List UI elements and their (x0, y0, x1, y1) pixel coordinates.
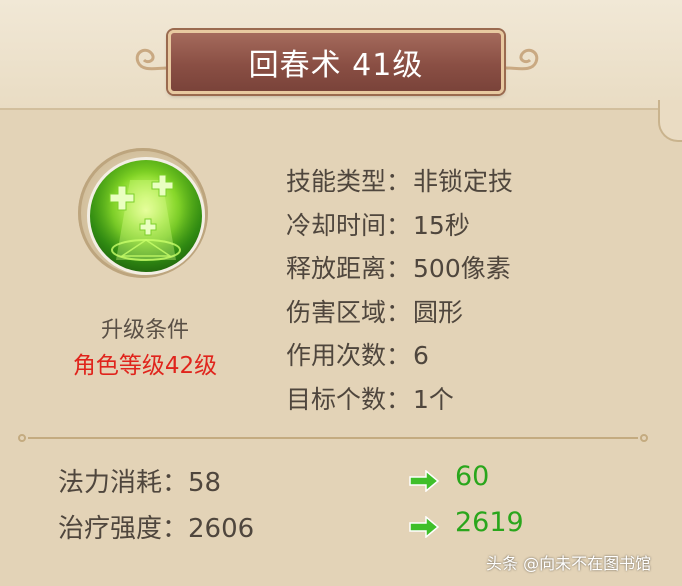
mana-cost-next: 60 (455, 461, 490, 492)
upgrade-condition-label: 升级条件 (100, 318, 189, 343)
stat-value: 非锁定技 (413, 167, 514, 196)
stat-row-area: 伤害区域：圆形 (286, 291, 626, 335)
stat-row-range: 释放距离：500像素 (286, 247, 626, 291)
upgrade-arrow-icon (409, 516, 440, 538)
mana-cost-current: 58 (188, 468, 222, 498)
upgrade-arrow-icon (409, 470, 440, 492)
mana-cost-row: 法力消耗：58 (58, 462, 221, 499)
stat-row-cooldown: 冷却时间：15秒 (286, 204, 626, 248)
stat-value: 15秒 (413, 210, 470, 240)
skill-title: 回春术 41级 (248, 48, 424, 83)
stat-label: 冷却时间： (286, 210, 412, 240)
divider-cap-left (18, 434, 26, 442)
skill-stats-list: 技能类型：非锁定技 冷却时间：15秒 释放距离：500像素 伤害区域：圆形 作用… (286, 160, 626, 422)
stat-label: 目标个数： (286, 384, 412, 414)
scroll-ornament-right-icon (505, 48, 539, 71)
stat-label: 技能类型： (286, 167, 412, 196)
stat-value: 1个 (413, 384, 454, 414)
heal-power-current: 2606 (188, 514, 255, 544)
stat-row-target-count: 目标个数：1个 (286, 378, 626, 422)
stat-value: 6 (413, 341, 429, 371)
skill-icon-frame[interactable] (78, 148, 208, 278)
skill-info-panel: 回春术 41级 升级条件 角色等级42级 技能类型：非锁定技 冷却时间：15秒 … (0, 0, 682, 586)
heal-power-next: 2619 (455, 507, 524, 538)
stat-row-skill-type: 技能类型：非锁定技 (286, 160, 626, 204)
stat-label: 作用次数： (286, 341, 412, 371)
stat-label: 释放距离： (286, 254, 412, 284)
watermark: 头条 @向未不在图书馆 (486, 554, 652, 573)
section-divider (18, 434, 648, 442)
heal-power-row: 治疗强度：2606 (58, 508, 254, 545)
stat-label: 伤害区域： (286, 297, 412, 327)
heal-power-label: 治疗强度： (58, 514, 189, 544)
stat-value: 500像素 (413, 254, 511, 284)
scroll-ornament-left-icon (135, 48, 169, 71)
title-plaque: 回春术 41级 (168, 30, 504, 94)
green-heal-cross-icon (87, 157, 205, 275)
stat-row-hit-count: 作用次数：6 (286, 334, 626, 378)
upgrade-requirement: 角色等级42级 (72, 353, 218, 379)
mana-cost-label: 法力消耗： (58, 468, 189, 498)
divider-line (28, 437, 638, 439)
stat-value: 圆形 (413, 297, 464, 327)
divider-cap-right (640, 434, 648, 442)
